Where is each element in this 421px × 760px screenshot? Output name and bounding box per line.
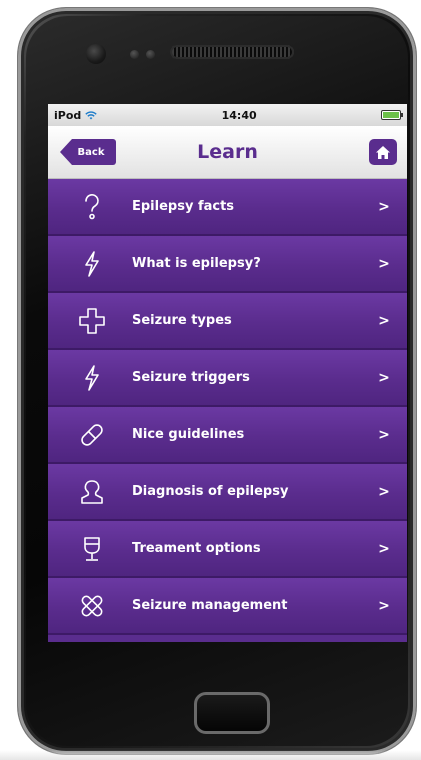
app-screen: iPod 14:40 Back Learn Epilepsy facts > W… <box>48 104 407 642</box>
cup-icon <box>72 534 112 564</box>
home-button[interactable] <box>369 139 397 165</box>
front-camera <box>86 44 106 64</box>
chevron-right-icon: > <box>378 540 390 557</box>
proximity-sensor <box>130 50 139 59</box>
earpiece-speaker <box>170 45 294 59</box>
menu-item-diagnosis[interactable]: Diagnosis of epilepsy > <box>48 464 407 521</box>
question-icon <box>72 192 112 222</box>
menu-item-label: What is epilepsy? <box>132 256 261 271</box>
person-icon <box>72 477 112 507</box>
menu-item-what-is-epilepsy[interactable]: What is epilepsy? > <box>48 236 407 293</box>
menu-item-label: Nice guidelines <box>132 427 245 442</box>
light-sensor <box>146 50 155 59</box>
bottom-shadow <box>0 750 421 760</box>
status-time: 14:40 <box>221 108 257 122</box>
bandage-icon <box>72 591 112 621</box>
chevron-right-icon: > <box>378 369 390 386</box>
chevron-right-icon: > <box>378 426 390 443</box>
menu-item-treatment-options[interactable]: Treament options > <box>48 521 407 578</box>
chevron-right-icon: > <box>378 255 390 272</box>
menu-item-seizure-management[interactable]: Seizure management > <box>48 578 407 635</box>
menu-item-seizure-triggers[interactable]: Seizure triggers > <box>48 350 407 407</box>
status-bar: iPod 14:40 <box>48 104 407 126</box>
menu-item-epilepsy-facts[interactable]: Epilepsy facts > <box>48 179 407 236</box>
menu-item-label: Epilepsy facts <box>132 199 235 214</box>
page-title: Learn <box>197 141 258 163</box>
menu-item-label: Seizure management <box>132 598 288 613</box>
cross-icon <box>72 306 112 336</box>
pill-icon <box>72 420 112 450</box>
chevron-right-icon: > <box>378 597 390 614</box>
menu-item-label: Seizure types <box>132 313 232 328</box>
wifi-icon <box>85 110 97 119</box>
menu-item-label: Treament options <box>132 541 261 556</box>
carrier-label: iPod <box>54 108 82 122</box>
chevron-right-icon: > <box>378 198 390 215</box>
lightning-icon <box>72 363 112 393</box>
hardware-home-button[interactable] <box>194 692 270 734</box>
menu-item-label: Diagnosis of epilepsy <box>132 484 289 499</box>
learn-menu: Epilepsy facts > What is epilepsy? > Sei… <box>48 179 407 635</box>
menu-item-nice-guidelines[interactable]: Nice guidelines > <box>48 407 407 464</box>
chevron-right-icon: > <box>378 312 390 329</box>
battery-icon <box>381 110 403 120</box>
lightning-icon <box>72 249 112 279</box>
chevron-right-icon: > <box>378 483 390 500</box>
home-icon <box>376 145 390 159</box>
nav-bar: Back Learn <box>48 126 407 179</box>
menu-item-seizure-types[interactable]: Seizure types > <box>48 293 407 350</box>
menu-item-label: Seizure triggers <box>132 370 250 385</box>
